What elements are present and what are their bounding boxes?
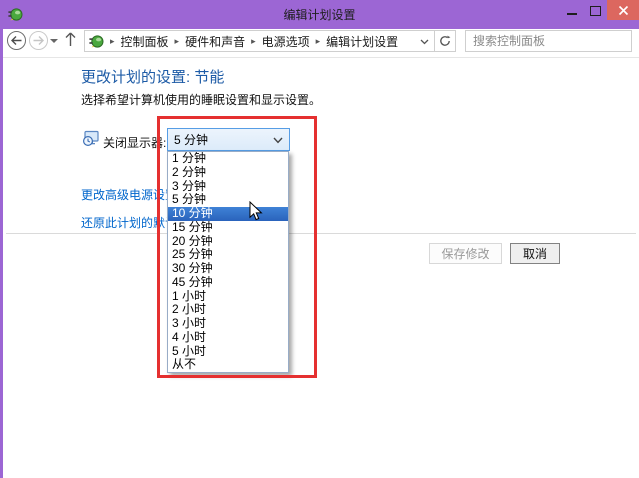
turn-off-display-label: 关闭显示器: <box>103 134 166 151</box>
breadcrumb-item[interactable]: 电源选项 <box>262 33 310 50</box>
search-input[interactable] <box>466 34 628 48</box>
page-title: 更改计划的设置: 节能 <box>81 66 224 87</box>
back-button[interactable] <box>7 31 26 50</box>
chevron-down-icon <box>273 137 283 144</box>
breadcrumb-separator-icon: ▸ <box>110 36 115 47</box>
dropdown-option[interactable]: 1 分钟 <box>168 152 288 166</box>
address-bar[interactable]: ▸ 控制面板 ▸ 硬件和声音 ▸ 电源选项 ▸ 编辑计划设置 <box>84 30 435 52</box>
dropdown-option[interactable]: 10 分钟 <box>168 207 288 221</box>
minimize-button[interactable] <box>561 0 583 20</box>
maximize-icon <box>590 6 601 16</box>
dropdown-option[interactable]: 2 分钟 <box>168 166 288 180</box>
dropdown-option[interactable]: 1 小时 <box>168 290 288 304</box>
breadcrumb-separator-icon: ▸ <box>175 36 180 47</box>
address-dropdown-button[interactable] <box>414 32 434 50</box>
dropdown-list: 1 分钟2 分钟3 分钟5 分钟10 分钟15 分钟20 分钟25 分钟30 分… <box>167 151 289 373</box>
close-button[interactable] <box>607 0 639 20</box>
cancel-button[interactable]: 取消 <box>510 243 560 264</box>
recent-pages-dropdown-icon[interactable] <box>50 39 58 43</box>
turn-off-display-combobox[interactable]: 5 分钟 <box>167 128 290 151</box>
dropdown-option[interactable]: 45 分钟 <box>168 276 288 290</box>
window-title: 编辑计划设置 <box>0 6 639 23</box>
close-icon <box>618 5 629 16</box>
dropdown-option[interactable]: 4 小时 <box>168 331 288 345</box>
dropdown-option[interactable]: 5 小时 <box>168 345 288 359</box>
up-button[interactable] <box>64 32 77 52</box>
breadcrumb-separator-icon: ▸ <box>316 36 321 47</box>
power-options-breadcrumb-icon <box>89 34 104 49</box>
content-separator <box>6 233 636 234</box>
save-changes-button[interactable]: 保存修改 <box>429 243 502 264</box>
search-box <box>465 30 632 52</box>
titlebar: 编辑计划设置 <box>0 0 639 29</box>
dropdown-option[interactable]: 3 分钟 <box>168 180 288 194</box>
refresh-button[interactable] <box>435 30 456 52</box>
maximize-button[interactable] <box>583 0 607 20</box>
dropdown-option[interactable]: 15 分钟 <box>168 221 288 235</box>
edit-plan-settings-window: 编辑计划设置 ▸ 控制面板 ▸ 硬件和声音 ▸ 电源选项 ▸ 编辑计划设置 <box>0 0 639 478</box>
dropdown-option[interactable]: 30 分钟 <box>168 262 288 276</box>
minimize-icon <box>567 13 577 15</box>
dropdown-option[interactable]: 3 小时 <box>168 317 288 331</box>
breadcrumb-item[interactable]: 编辑计划设置 <box>326 33 398 50</box>
page-description: 选择希望计算机使用的睡眠设置和显示设置。 <box>81 91 321 108</box>
dropdown-option[interactable]: 5 分钟 <box>168 193 288 207</box>
dropdown-option[interactable]: 从不 <box>168 358 288 372</box>
breadcrumb: ▸ 控制面板 ▸ 硬件和声音 ▸ 电源选项 ▸ 编辑计划设置 <box>104 33 398 50</box>
dropdown-option[interactable]: 20 分钟 <box>168 235 288 249</box>
breadcrumb-item[interactable]: 硬件和声音 <box>185 33 245 50</box>
forward-arrow-icon <box>33 36 44 45</box>
breadcrumb-separator-icon: ▸ <box>251 36 256 47</box>
back-arrow-icon <box>11 36 22 45</box>
dropdown-option[interactable]: 2 小时 <box>168 303 288 317</box>
dropdown-option[interactable]: 25 分钟 <box>168 248 288 262</box>
window-left-border <box>0 29 3 478</box>
refresh-icon <box>439 35 451 47</box>
forward-button[interactable] <box>29 31 48 50</box>
combobox-value: 5 分钟 <box>174 131 208 148</box>
chevron-down-icon <box>420 39 429 45</box>
up-arrow-icon <box>64 32 77 47</box>
display-clock-icon <box>83 130 99 146</box>
breadcrumb-item[interactable]: 控制面板 <box>121 33 169 50</box>
